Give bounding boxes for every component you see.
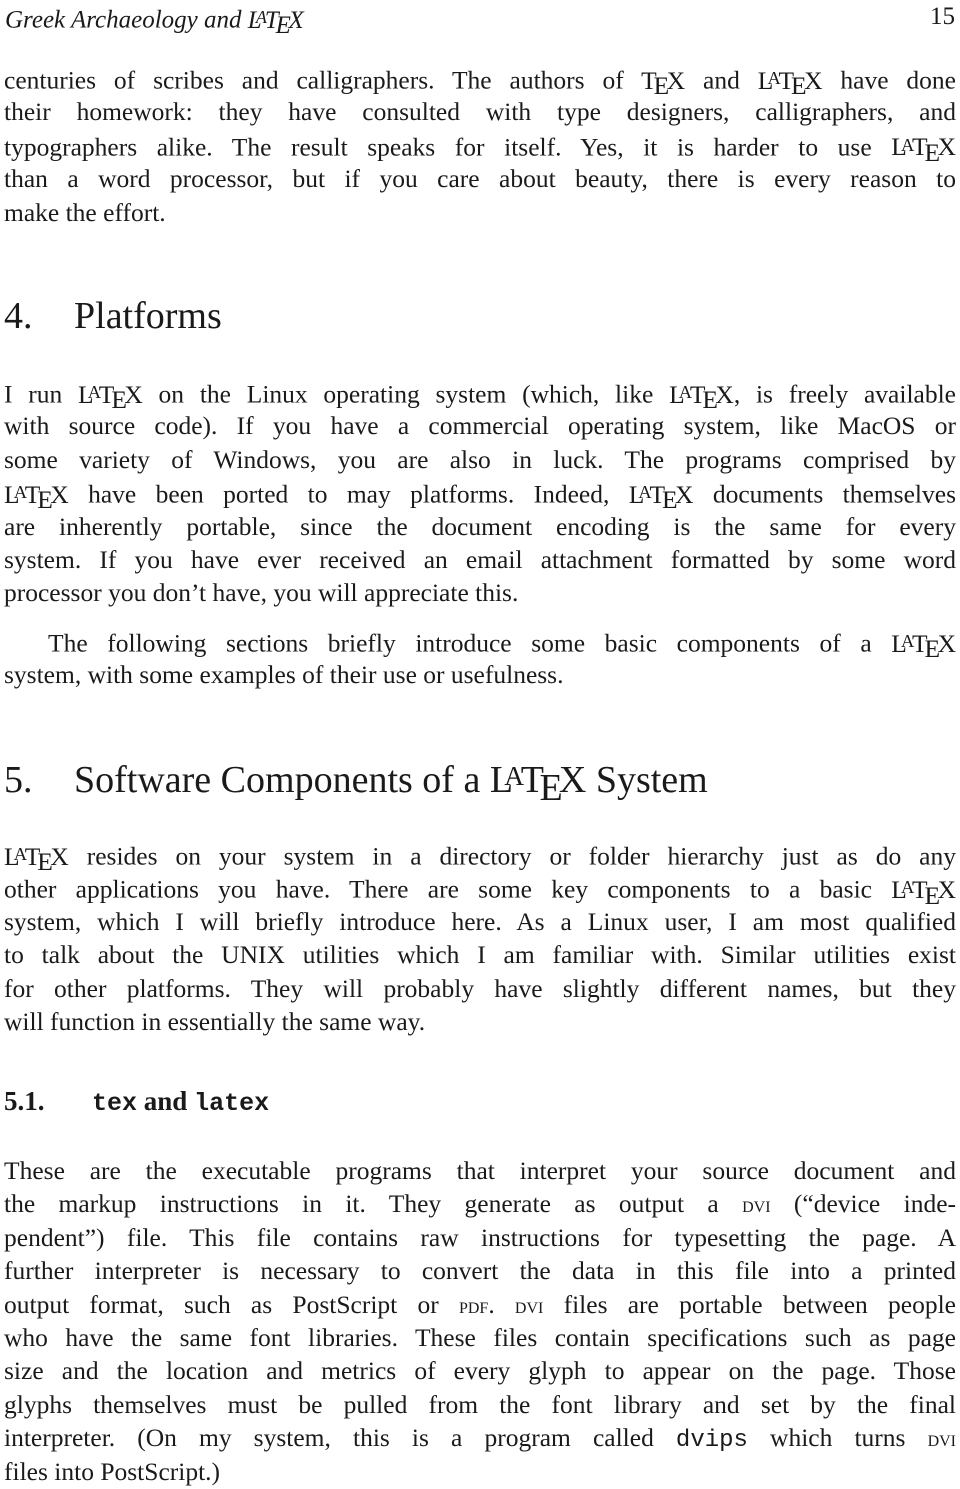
text-line: output format, such as PostScript or pdf… (4, 1289, 956, 1319)
text-line: some variety of Windows, you are also in… (4, 444, 956, 474)
text-line: system, with some examples of their use … (4, 660, 564, 690)
text-line: make the effort. (4, 197, 166, 227)
section-title: Platforms (74, 295, 222, 337)
code-tex: tex (92, 1089, 138, 1118)
text-line: glyphs themselves must be pulled from th… (4, 1389, 956, 1419)
text-line: who have the same font libraries. These … (4, 1322, 956, 1352)
text-line: are inherently portable, since the docum… (4, 511, 956, 541)
text-line: files into PostScript.) (4, 1456, 221, 1486)
text-line: LATEX have been ported to may platforms.… (4, 479, 956, 515)
running-head: Greek Archaeology and LATEX 15 (5, 0, 955, 40)
code-dvips: dvips (675, 1427, 748, 1455)
text-line: system. If you have ever received an ema… (4, 544, 956, 574)
section-heading-software-components: 5. Software Components of a LATEX System (4, 754, 708, 810)
text-line: the markup instructions in it. They gene… (4, 1189, 957, 1219)
text-line: processor you don’t have, you will appre… (4, 578, 519, 608)
tex-latex-paragraph: These are the executable programs that i… (4, 1154, 956, 1488)
section-number: 4. (4, 295, 33, 337)
text-line: to talk about the UNIX utilities which I… (4, 940, 956, 970)
text-line: The following sections briefly introduce… (48, 628, 956, 664)
text-line: These are the executable programs that i… (4, 1156, 956, 1185)
text-line: will function in essentially the same wa… (4, 1006, 426, 1036)
text-line: typographers alike. The result speaks fo… (4, 132, 956, 167)
section-heading-platforms: 4. Platforms (4, 294, 222, 338)
latex-logo: LATEX (247, 6, 304, 40)
section-title-b: System (586, 758, 708, 801)
subsection-and: and (137, 1086, 195, 1116)
text-line: pendent”) file. This file contains raw i… (4, 1222, 956, 1252)
document-page: Greek Archaeology and LATEX 15 centuries… (0, 0, 960, 1489)
running-title: Greek Archaeology and (5, 6, 242, 34)
section-title-a: Software Components of a (74, 758, 490, 801)
text-line: I run LATEX on the Linux operating syste… (4, 379, 957, 415)
text-line: interpreter. (On my system, this is a pr… (4, 1423, 956, 1455)
software-components-paragraph: LATEX resides on your system in a direct… (4, 838, 956, 1038)
text-line: than a word processor, but if you care a… (4, 164, 956, 194)
intro-paragraph: centuries of scribes and calligraphers. … (4, 62, 956, 229)
page-number: 15 (930, 3, 955, 30)
text-line: with source code). If you have a commerc… (4, 411, 956, 441)
platforms-paragraph-1: I run LATEX on the Linux operating syste… (4, 376, 956, 610)
latex-logo: LATEX (489, 758, 587, 810)
section-number: 5. (4, 758, 33, 801)
text-line: for other platforms. They will probably … (4, 973, 956, 1003)
code-latex: latex (194, 1089, 270, 1118)
text-line: system, which I will briefly introduce h… (4, 906, 956, 936)
text-line: centuries of scribes and calligraphers. … (4, 65, 956, 101)
platforms-paragraph-2: The following sections briefly introduce… (4, 625, 956, 692)
text-line: their homework: they have consulted with… (4, 97, 956, 127)
text-line: other applications you have. There are s… (4, 874, 956, 910)
text-line: LATEX resides on your system in a direct… (4, 841, 956, 877)
text-line: further interpreter is necessary to conv… (4, 1256, 956, 1286)
text-line: size and the location and metrics of eve… (4, 1356, 956, 1386)
subsection-number: 5.1. (4, 1086, 45, 1116)
subsection-heading-tex-latex: 5.1. tex and latex (4, 1084, 269, 1121)
